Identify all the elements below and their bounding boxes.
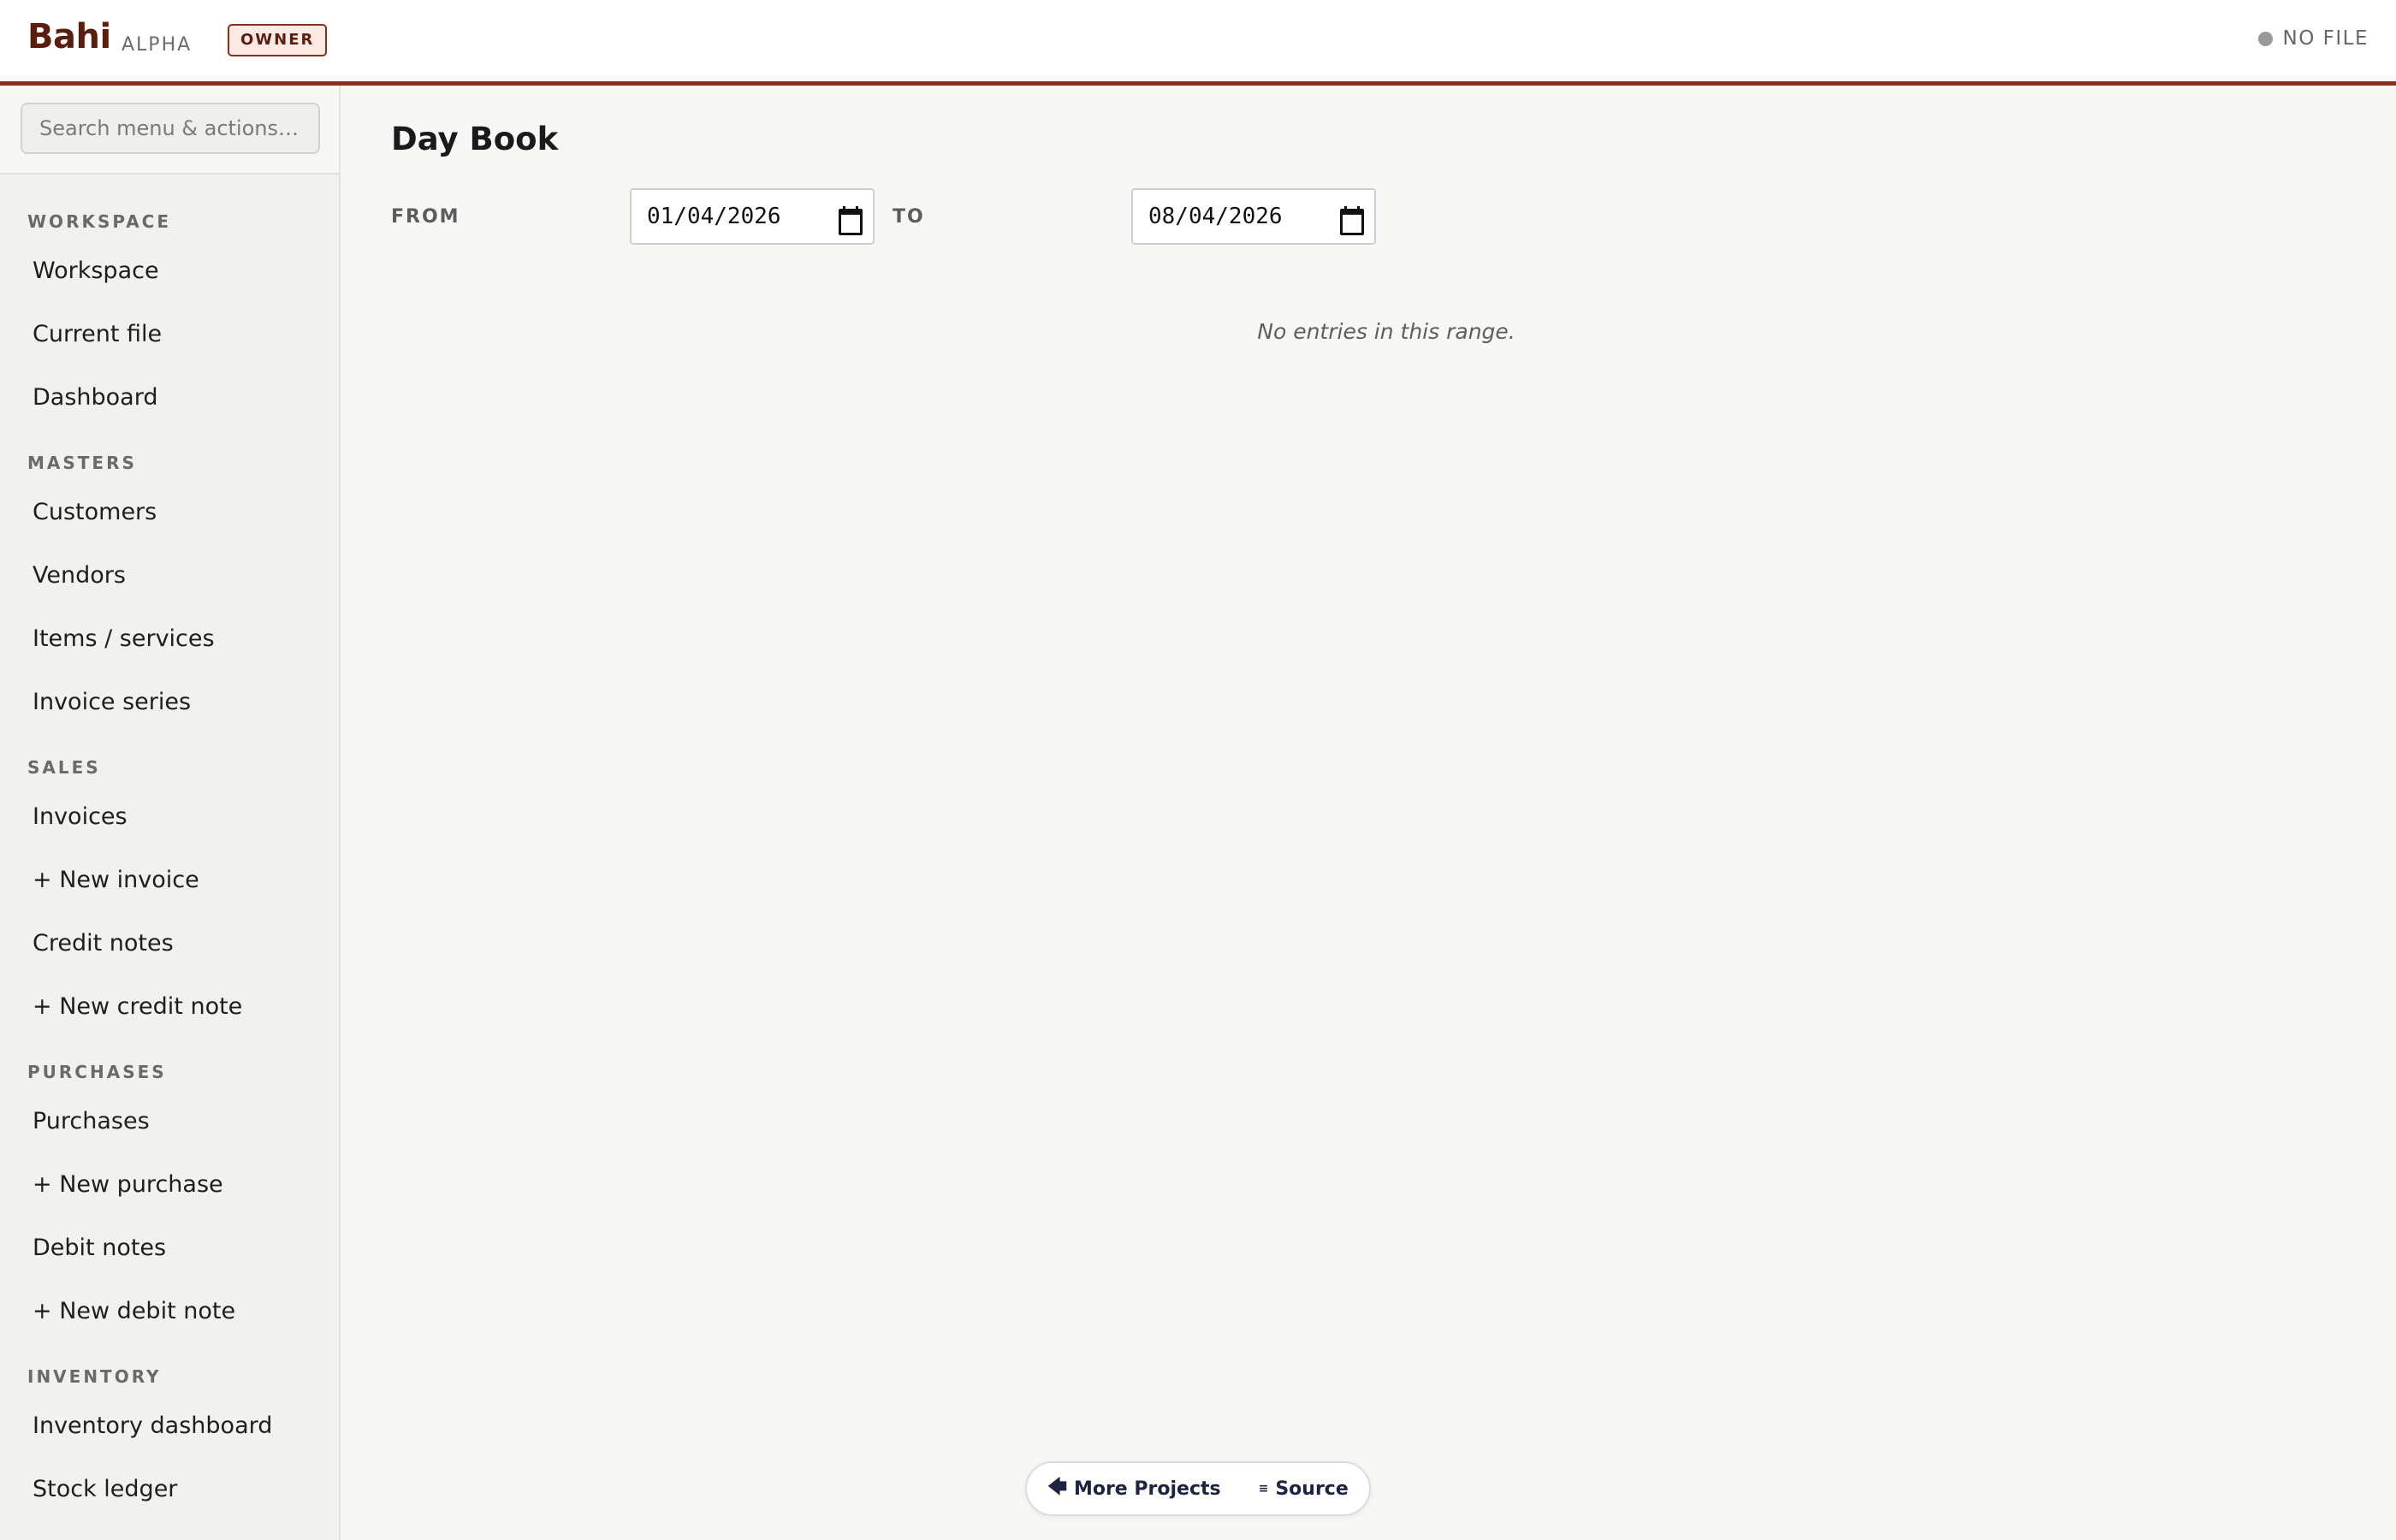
sidebar-item-credit-notes[interactable]: Credit notes [0,912,339,975]
sidebar-item-vendors[interactable]: Vendors [0,544,339,607]
from-date-input[interactable]: 01/04/2026 [630,188,875,245]
section-title-sales: SALES [27,757,101,778]
from-date-value: 01/04/2026 [647,204,781,229]
section-title-purchases: PURCHASES [27,1062,167,1082]
search-input[interactable] [21,103,320,154]
status-dot-icon [2257,31,2273,46]
sidebar-nav: WORKSPACE Workspace Current file Dashboard M… [0,175,339,1521]
sidebar-item-customers[interactable]: Customers [0,481,339,544]
to-date-input[interactable]: 08/04/2026 [1131,188,1376,245]
to-label: TO [893,206,925,228]
code-icon: ≡ [1258,1482,1269,1496]
brand-tag: ALPHA [122,34,193,56]
file-status-label: NO FILE [2282,27,2369,50]
source-label: Source [1275,1478,1349,1500]
more-projects-label: More Projects [1073,1478,1221,1500]
sidebar-item-current-file[interactable]: Current file [0,303,339,366]
footer-links: 🡄 More Projects ≡ Source [1025,1461,1371,1516]
arrow-left-icon: 🡄 [1047,1477,1067,1498]
sidebar-item-purchases[interactable]: Purchases [0,1090,339,1153]
sidebar-item-workspace[interactable]: Workspace [0,240,339,303]
section-title-masters: MASTERS [27,453,137,473]
top-bar: Bahi ALPHA OWNER NO FILE [0,0,2396,86]
brand-name[interactable]: Bahi [27,17,111,56]
section-title-workspace: WORKSPACE [27,211,172,232]
page-title: Day Book [391,121,559,157]
calendar-icon[interactable] [839,206,863,235]
sidebar-item-new-credit-note[interactable]: + New credit note [0,975,339,1039]
empty-state-message: No entries in this range. [1257,319,1515,344]
sidebar-item-items-services[interactable]: Items / services [0,607,339,671]
file-status: NO FILE [2257,27,2369,50]
sidebar-item-invoice-series[interactable]: Invoice series [0,671,339,734]
section-title-inventory: INVENTORY [27,1366,162,1387]
from-label: FROM [391,206,460,228]
sidebar-item-new-purchase[interactable]: + New purchase [0,1153,339,1217]
sidebar-item-new-invoice[interactable]: + New invoice [0,849,339,912]
main-content: Day Book FROM 01/04/2026 TO 08/04/2026 N… [342,90,2396,1540]
sidebar-item-dashboard[interactable]: Dashboard [0,366,339,429]
sidebar-item-new-debit-note[interactable]: + New debit note [0,1280,339,1343]
more-projects-link[interactable]: 🡄 More Projects [1047,1472,1220,1505]
sidebar-item-invoices[interactable]: Invoices [0,785,339,849]
sidebar-item-inventory-dashboard[interactable]: Inventory dashboard [0,1395,339,1458]
sidebar-item-stock-ledger[interactable]: Stock ledger [0,1458,339,1521]
sidebar: WORKSPACE WorkspaceCurrent fileDashboard M… [0,86,341,1540]
role-badge: OWNER [228,24,328,56]
sidebar-search-area [0,86,339,175]
sidebar-item-debit-notes[interactable]: Debit notes [0,1217,339,1280]
calendar-icon[interactable] [1340,206,1364,235]
to-date-value: 08/04/2026 [1148,204,1283,229]
source-link[interactable]: ≡ Source [1259,1478,1349,1500]
